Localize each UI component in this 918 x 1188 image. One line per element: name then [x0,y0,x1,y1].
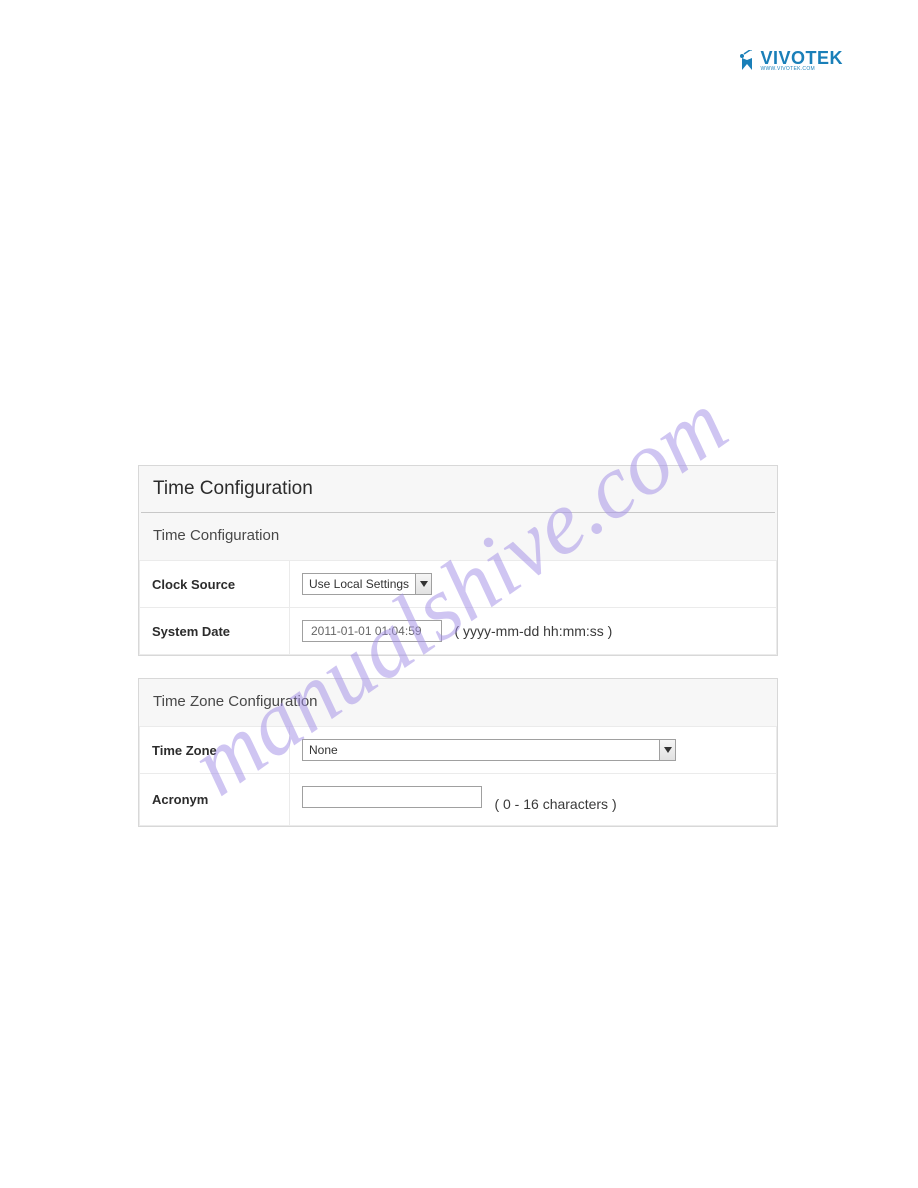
time-config-subtitle: Time Configuration [139,513,777,560]
time-config-section: Time Configuration Time Configuration Cl… [138,465,778,656]
timezone-config-table: Time Zone None Acronym ( 0 - 16 characte… [139,726,777,826]
system-date-label: System Date [140,608,290,655]
chevron-down-icon [659,740,675,760]
timezone-select[interactable]: None [302,739,676,761]
acronym-cell: ( 0 - 16 characters ) [290,774,777,826]
clock-source-select[interactable]: Use Local Settings [302,573,432,595]
system-date-cell: 2011-01-01 01:04:59 ( yyyy-mm-dd hh:mm:s… [290,608,777,655]
acronym-hint: ( 0 - 16 characters ) [494,796,616,812]
chevron-down-icon [415,574,431,594]
acronym-label: Acronym [140,774,290,826]
logo-subtext: WWW.VIVOTEK.COM [760,67,843,72]
table-row: Time Zone None [140,727,777,774]
table-row: System Date 2011-01-01 01:04:59 ( yyyy-m… [140,608,777,655]
logo-mark-icon [738,50,756,72]
timezone-value: None [303,740,659,760]
system-date-input[interactable]: 2011-01-01 01:04:59 [302,620,442,642]
timezone-label: Time Zone [140,727,290,774]
table-row: Clock Source Use Local Settings [140,561,777,608]
logo-text: VIVOTEK [760,49,843,67]
brand-logo: VIVOTEK WWW.VIVOTEK.COM [738,49,843,72]
page-title: Time Configuration [139,466,777,512]
timezone-config-section: Time Zone Configuration Time Zone None A… [138,678,778,827]
acronym-input[interactable] [302,786,482,808]
config-panel: Time Configuration Time Configuration Cl… [138,465,778,849]
system-date-hint: ( yyyy-mm-dd hh:mm:ss ) [454,623,612,639]
clock-source-value: Use Local Settings [303,574,415,594]
timezone-cell: None [290,727,777,774]
timezone-config-subtitle: Time Zone Configuration [139,679,777,726]
table-row: Acronym ( 0 - 16 characters ) [140,774,777,826]
time-config-table: Clock Source Use Local Settings System D… [139,560,777,655]
clock-source-label: Clock Source [140,561,290,608]
clock-source-cell: Use Local Settings [290,561,777,608]
